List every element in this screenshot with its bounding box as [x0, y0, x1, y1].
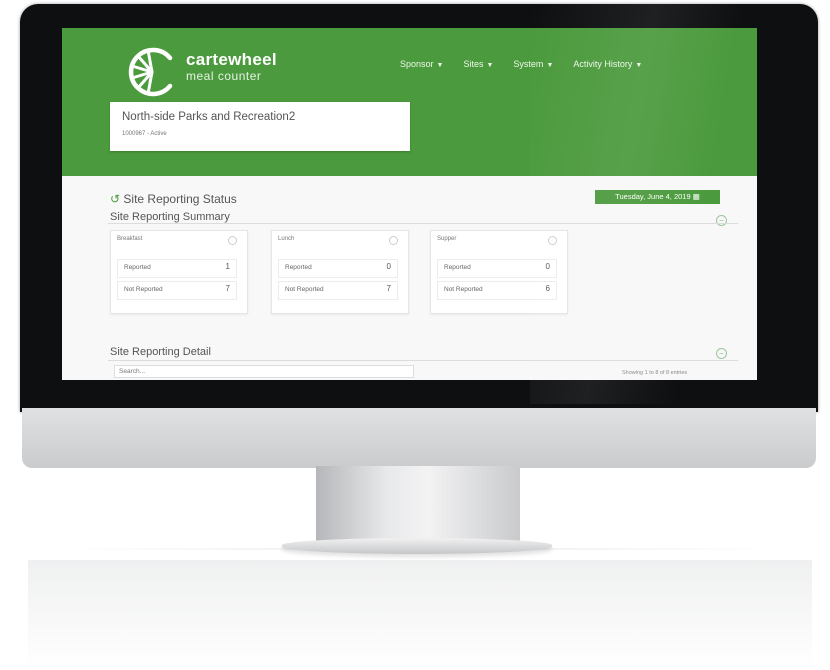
monitor-stand-base: [282, 538, 552, 554]
caret-down-icon: ▼: [486, 62, 494, 69]
reported-row: Reported 1: [117, 259, 237, 278]
not-reported-value: 6: [545, 284, 550, 293]
search-input[interactable]: [114, 365, 414, 378]
nav-sponsor-label: Sponsor: [400, 59, 434, 69]
monitor-chin: [22, 408, 816, 468]
date-picker-button[interactable]: Tuesday, June 4, 2019 ▦: [595, 190, 720, 204]
reported-label: Reported: [285, 264, 312, 271]
detail-divider: [108, 360, 738, 361]
not-reported-row: Not Reported 7: [278, 281, 398, 300]
wheel-logo-icon[interactable]: [124, 44, 180, 100]
not-reported-value: 7: [386, 284, 391, 293]
nav-activity-history-label: Activity History: [573, 59, 633, 69]
nav-system[interactable]: System ▼: [513, 59, 553, 75]
reported-label: Reported: [444, 264, 471, 271]
summary-card-lunch: Lunch Reported 0 Not Reported 7: [271, 230, 409, 314]
monitor-stand-neck: [316, 466, 520, 542]
reported-value: 0: [386, 262, 391, 271]
info-icon: [389, 236, 398, 245]
caret-down-icon: ▼: [635, 62, 643, 69]
summary-divider: [108, 223, 738, 224]
status-icon: ↺: [110, 192, 121, 206]
caret-down-icon: ▼: [546, 62, 554, 69]
brand-name: cartewheel: [186, 50, 277, 69]
collapse-icon[interactable]: –: [716, 348, 727, 359]
status-title-text: Site Reporting Status: [123, 192, 237, 206]
date-text: Tuesday, June 4, 2019: [615, 192, 691, 201]
collapse-icon[interactable]: –: [716, 215, 727, 226]
not-reported-label: Not Reported: [444, 286, 483, 293]
main-nav: Sponsor ▼ Sites ▼ System ▼ Activity History…: [400, 59, 642, 75]
info-icon: [548, 236, 557, 245]
entries-count: Showing 1 to 8 of 8 entries: [622, 370, 688, 376]
brand-subtitle: meal counter: [186, 69, 262, 83]
nav-sites[interactable]: Sites ▼: [463, 59, 493, 75]
detail-title: Site Reporting Detail: [110, 346, 211, 358]
reported-value: 1: [225, 262, 230, 271]
not-reported-label: Not Reported: [285, 286, 324, 293]
card-title: Lunch: [278, 236, 295, 242]
organization-name: North-side Parks and Recreation2: [122, 111, 296, 123]
nav-activity-history[interactable]: Activity History ▼: [573, 59, 642, 75]
monitor-screen: cartewheel meal counter Sponsor ▼ Sites ▼ …: [62, 28, 757, 380]
card-title: Supper: [437, 236, 457, 242]
info-icon: [228, 236, 237, 245]
monitor-reflection: [28, 560, 812, 670]
not-reported-label: Not Reported: [124, 286, 163, 293]
nav-system-label: System: [513, 59, 544, 69]
nav-sites-label: Sites: [463, 59, 484, 69]
reported-value: 0: [545, 262, 550, 271]
card-title: Breakfast: [117, 236, 143, 242]
organization-subtitle: 1000967 - Active: [122, 131, 167, 137]
nav-sponsor[interactable]: Sponsor ▼: [400, 59, 443, 75]
summary-title: Site Reporting Summary: [110, 211, 230, 223]
organization-card: North-side Parks and Recreation2 1000967…: [110, 102, 410, 151]
not-reported-row: Not Reported 6: [437, 281, 557, 300]
reported-row: Reported 0: [437, 259, 557, 278]
calendar-icon: ▦: [692, 192, 700, 201]
caret-down-icon: ▼: [436, 62, 444, 69]
not-reported-value: 7: [225, 284, 230, 293]
reported-row: Reported 0: [278, 259, 398, 278]
not-reported-row: Not Reported 7: [117, 281, 237, 300]
reported-label: Reported: [124, 264, 151, 271]
summary-card-supper: Supper Reported 0 Not Reported 6: [430, 230, 568, 314]
status-title: ↺ Site Reporting Status: [110, 192, 237, 206]
summary-card-breakfast: Breakfast Reported 1 Not Reported 7: [110, 230, 248, 314]
header-banner: cartewheel meal counter Sponsor ▼ Sites ▼ …: [62, 28, 757, 176]
